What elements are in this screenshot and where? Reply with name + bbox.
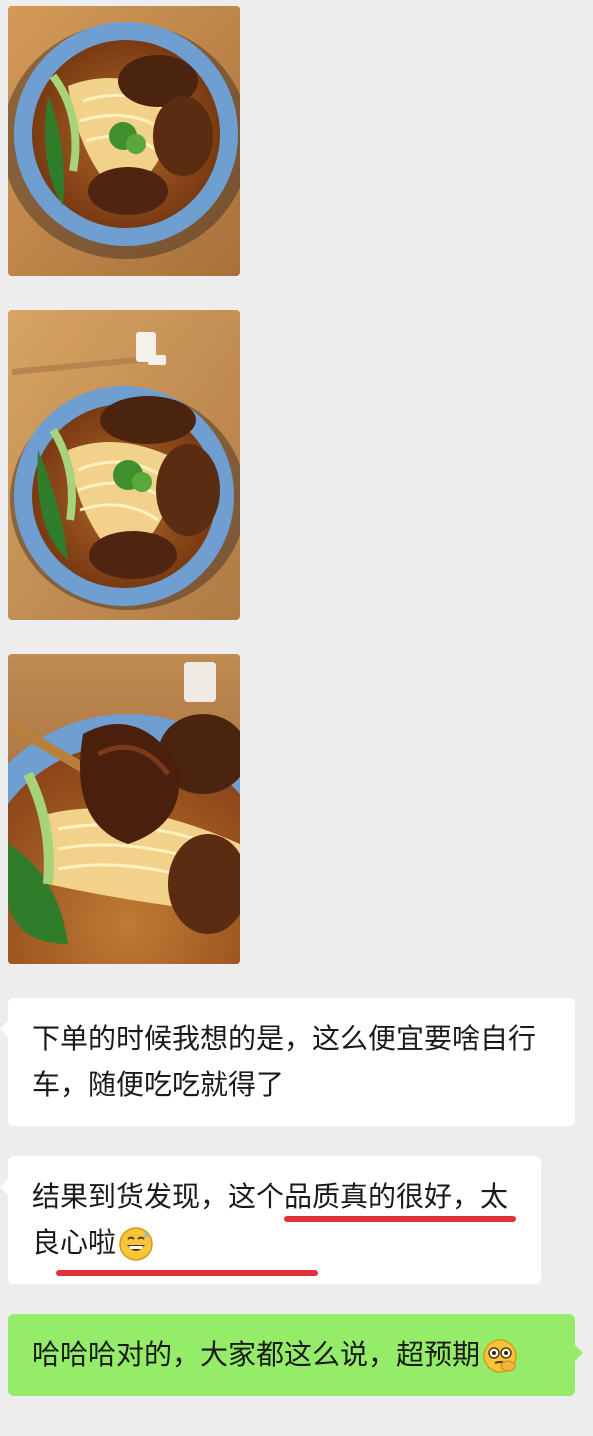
bubble-tail — [574, 1344, 583, 1362]
beef-noodle-photo-2 — [8, 310, 240, 620]
message-bubble-2[interactable]: 结果到货发现，这个品质真的很好，太良心啦 — [0, 1156, 541, 1284]
chat-image-2[interactable] — [8, 310, 240, 620]
beef-noodle-photo-1 — [8, 6, 240, 276]
grinning-sweat-emoji — [119, 1227, 153, 1261]
highlight-underline-1 — [284, 1216, 516, 1222]
message-text: 下单的时候我想的是，这么便宜要啥自行车，随便吃吃就得了 — [32, 1022, 537, 1101]
message-text-highlight-1: 这个品质真的很 — [228, 1180, 425, 1213]
message-bubble-1[interactable]: 下单的时候我想的是，这么便宜要啥自行车，随便吃吃就得了 — [0, 998, 575, 1126]
thinking-face-emoji — [483, 1339, 517, 1373]
message-bubble-3[interactable]: 哈哈哈对的，大家都这么说，超预期 — [8, 1314, 583, 1396]
beef-noodle-photo-3 — [8, 654, 240, 964]
chat-image-1[interactable] — [8, 6, 240, 276]
chat-image-3[interactable] — [8, 654, 240, 964]
message-text: 哈哈哈对的，大家都这么说，超预期 — [32, 1338, 481, 1371]
highlight-underline-2 — [56, 1270, 318, 1276]
bubble-tail — [0, 1178, 9, 1196]
message-text-before: 结果到货发现， — [32, 1180, 229, 1213]
bubble-tail — [0, 1020, 9, 1038]
